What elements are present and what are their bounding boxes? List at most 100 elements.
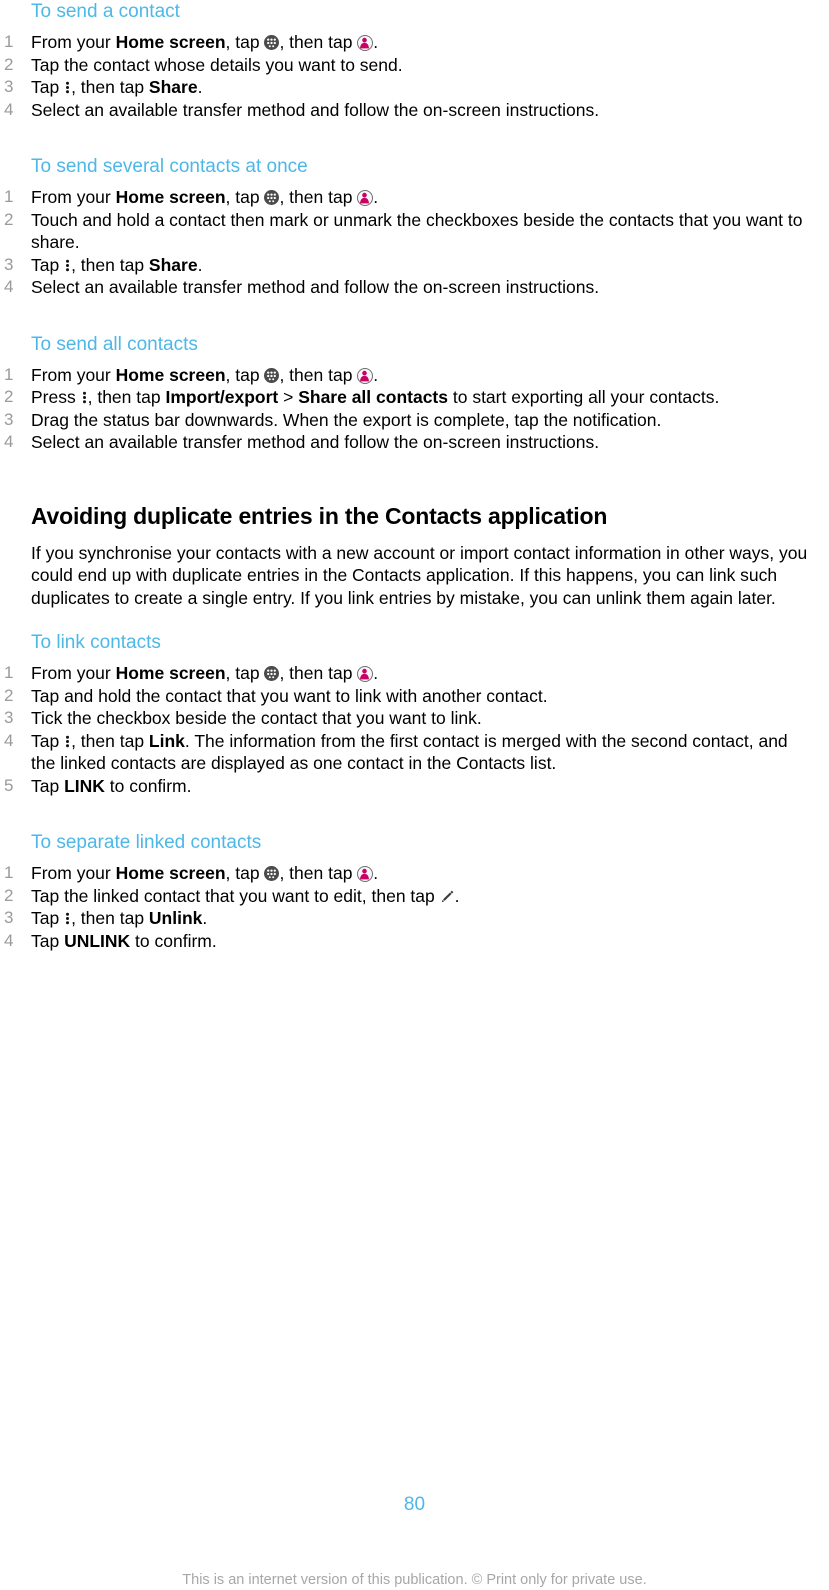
step-number: 1 [4, 663, 14, 682]
step-number: 4 [4, 432, 14, 451]
step-text: Tick the checkbox beside the contact tha… [31, 708, 482, 728]
pencil-edit-icon [440, 889, 455, 904]
emphasis-term: Home screen [115, 663, 226, 683]
app-drawer-icon [264, 35, 280, 50]
procedure-step-list: 1 From your Home screen, tap , then tap .… [0, 31, 829, 121]
emphasis-term: Home screen [115, 863, 226, 883]
emphasis-term: UNLINK [64, 930, 131, 951]
step-number: 4 [4, 277, 14, 296]
procedure-step: 4 Select an available transfer method and… [0, 99, 829, 122]
step-number: 3 [4, 708, 14, 727]
contacts-icon [357, 666, 374, 682]
emphasis-term: Share [148, 254, 198, 275]
step-text: Press , then tap Import/export > Share a… [31, 387, 720, 407]
app-drawer-icon [264, 367, 280, 383]
body-paragraph: If you synchronise your contacts with a … [31, 542, 808, 608]
procedure-step-list: 1 From your Home screen, tap , then tap .… [0, 364, 829, 454]
procedure-step-list: 1 From your Home screen, tap , then tap .… [0, 186, 829, 299]
procedure-step: 3 Tap , then tap Share. [0, 76, 829, 99]
procedure-step: 2 Tap the contact whose details you want … [0, 54, 829, 77]
step-text: From your Home screen, tap , then tap . [31, 364, 379, 385]
procedure-step-list: 1 From your Home screen, tap , then tap .… [0, 862, 829, 952]
overflow-menu-icon [65, 734, 70, 749]
contacts-icon [357, 190, 374, 206]
procedure-step: 3 Tap , then tap Share. [0, 254, 829, 277]
section-heading: Avoiding duplicate entries in the Contac… [31, 502, 608, 529]
app-drawer-icon [264, 190, 280, 205]
step-number: 5 [4, 775, 14, 795]
step-number: 1 [4, 364, 14, 384]
step-text: Select an available transfer method and … [31, 432, 600, 452]
footer-copyright-note: This is an internet version of this publ… [182, 1572, 647, 1588]
procedure-step: 3 Drag the status bar downwards. When the… [0, 409, 829, 432]
overflow-menu-icon [82, 390, 87, 405]
step-number: 3 [4, 409, 14, 429]
procedure-step: 2 Tap the linked contact that you want to… [0, 885, 829, 908]
step-text: Tap and hold the contact that you want t… [31, 685, 548, 706]
emphasis-term: Link [148, 730, 185, 751]
emphasis-term: Home screen [115, 187, 226, 207]
page-number: 80 [403, 1494, 426, 1515]
contacts-icon [357, 367, 374, 384]
procedure-step: 1 From your Home screen, tap , then tap . [0, 862, 829, 885]
step-number: 2 [4, 885, 14, 905]
step-text: Tap , then tap Link. The information fro… [31, 730, 788, 774]
contacts-icon [357, 35, 374, 51]
step-number: 1 [4, 32, 14, 51]
step-number: 2 [4, 387, 14, 406]
step-number: 4 [4, 730, 14, 750]
step-number: 2 [4, 54, 14, 74]
emphasis-term: Share [148, 77, 198, 97]
procedure-step: 4 Select an available transfer method and… [0, 276, 829, 299]
step-text: From your Home screen, tap , then tap . [31, 663, 379, 683]
step-text: Tap the contact whose details you want t… [31, 54, 403, 75]
emphasis-term: LINK [64, 775, 105, 796]
step-text: Drag the status bar downwards. When the … [31, 409, 662, 430]
step-text: From your Home screen, tap , then tap . [31, 863, 379, 883]
procedure-step: 4 Tap , then tap Link. The information fr… [0, 730, 829, 775]
step-number: 3 [4, 908, 14, 927]
overflow-menu-icon [65, 258, 70, 273]
step-text: From your Home screen, tap , then tap . [31, 187, 379, 207]
emphasis-term: Home screen [115, 364, 226, 385]
procedure-step: 4 Select an available transfer method and… [0, 431, 829, 454]
step-text: Tap the linked contact that you want to … [31, 885, 460, 906]
procedure-step: 2 Press , then tap Import/export > Share … [0, 386, 829, 409]
procedure-step: 3 Tick the checkbox beside the contact th… [0, 707, 829, 730]
procedure-step: 2 Tap and hold the contact that you want … [0, 685, 829, 708]
step-number: 3 [4, 77, 14, 96]
step-text: Tap , then tap Share. [31, 254, 203, 275]
step-number: 4 [4, 99, 14, 119]
step-text: Tap , then tap Share. [31, 77, 203, 97]
procedure-step: 1 From your Home screen, tap , then tap . [0, 186, 829, 209]
document-page: To send a contact 1 From your Home screen,… [0, 0, 829, 1590]
step-text: Select an available transfer method and … [31, 99, 600, 120]
contacts-icon [357, 866, 374, 882]
procedure-heading: To link contacts [31, 632, 161, 653]
procedure-heading: To send all contacts [31, 333, 198, 355]
step-text: Tap , then tap Unlink. [31, 908, 208, 928]
step-text: Tap LINK to confirm. [31, 775, 192, 796]
step-number: 4 [4, 930, 14, 950]
step-number: 1 [4, 863, 14, 882]
procedure-step: 1 From your Home screen, tap , then tap . [0, 662, 829, 685]
procedure-step: 1 From your Home screen, tap , then tap . [0, 364, 829, 387]
step-number: 3 [4, 254, 14, 274]
emphasis-term: Unlink [148, 908, 203, 928]
procedure-step: 1 From your Home screen, tap , then tap . [0, 31, 829, 54]
procedure-heading: To send several contacts at once [31, 156, 308, 177]
step-number: 2 [4, 685, 14, 705]
procedure-heading: To send a contact [31, 1, 180, 22]
app-drawer-icon [264, 666, 280, 681]
overflow-menu-icon [65, 80, 70, 95]
app-drawer-icon [264, 866, 280, 881]
step-text: From your Home screen, tap , then tap . [31, 32, 379, 52]
procedure-step: 5 Tap LINK to confirm. [0, 775, 829, 798]
page-content: To send a contact 1 From your Home screen,… [0, 0, 829, 952]
procedure-heading: To separate linked contacts [31, 832, 262, 853]
step-number: 1 [4, 187, 14, 206]
